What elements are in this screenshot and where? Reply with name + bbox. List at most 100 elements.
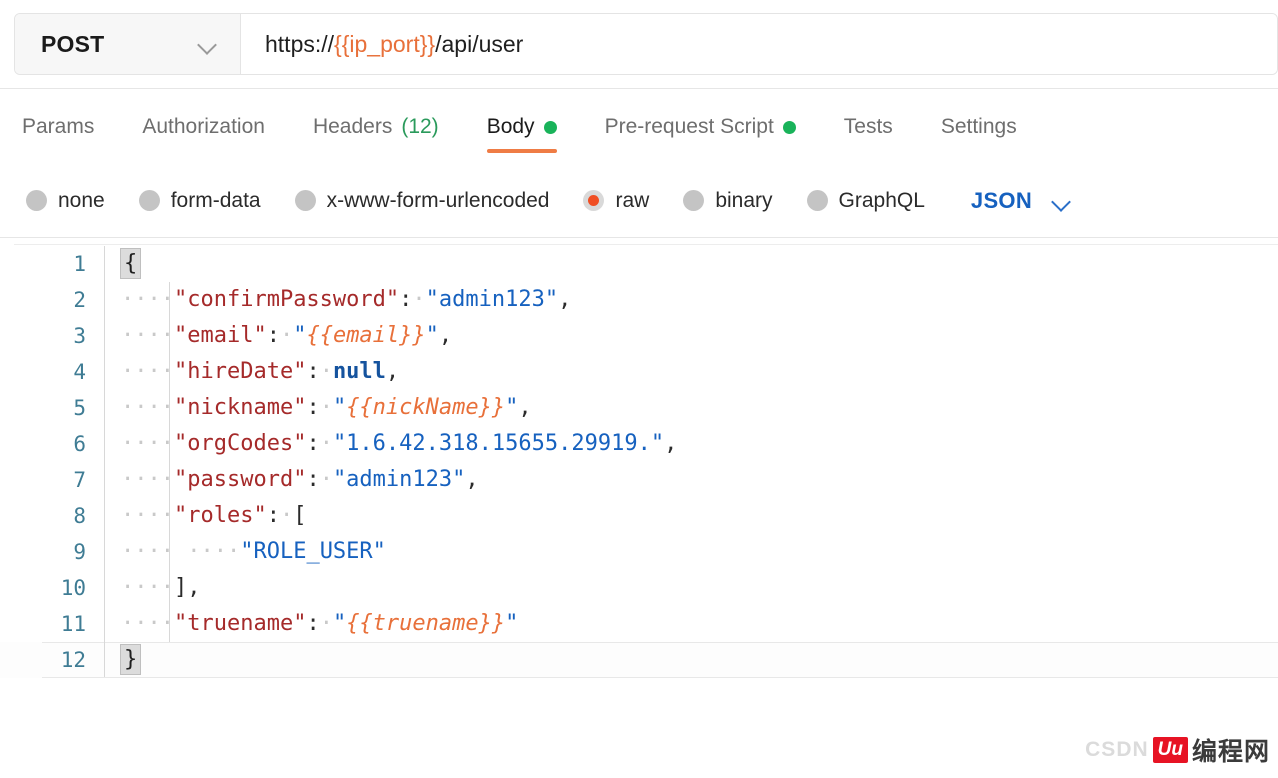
code-line[interactable]: 12} <box>0 642 1278 678</box>
code-line[interactable]: 11 ····"truename":·"{{truename}}" <box>0 606 1278 642</box>
code-line[interactable]: 4 ····"hireDate":·null, <box>0 354 1278 390</box>
url-variable-token: {{ip_port}} <box>334 30 436 57</box>
code-token: "ROLE_USER" <box>240 539 386 564</box>
radio-button-icon[interactable] <box>294 190 316 211</box>
code-token: { <box>119 248 142 279</box>
code-line-content: ····"confirmPassword":·"admin123", <box>104 282 1278 318</box>
watermark-prefix: CSDN <box>1085 738 1149 761</box>
indent-guide <box>169 282 170 318</box>
code-token: , <box>518 395 532 420</box>
tab-tests[interactable]: Tests <box>820 115 917 161</box>
indent-guide <box>169 462 170 498</box>
request-tabs: Params Authorization Headers (12) Body Pre-re… <box>0 89 1278 164</box>
indent-whitespace: ···· <box>121 611 174 636</box>
tab-body[interactable]: Body <box>463 115 581 161</box>
body-type-none[interactable]: none <box>26 189 105 213</box>
line-number: 6 <box>73 432 86 456</box>
request-body-editor[interactable]: 1{2 ····"confirmPassword":·"admin123", 3 ··… <box>0 238 1278 716</box>
body-type-x-www-form-urlencoded[interactable]: x-www-form-urlencoded <box>294 189 549 213</box>
code-line[interactable]: 7 ····"password":·"admin123", <box>0 462 1278 498</box>
indent-whitespace: ···· <box>121 467 174 492</box>
code-token: "hireDate" <box>173 359 307 384</box>
code-token: : <box>306 467 320 492</box>
tab-status-dot-icon <box>782 120 796 134</box>
http-method-label: POST <box>41 30 105 57</box>
code-token: · <box>319 431 333 456</box>
code-token: : <box>266 323 280 348</box>
tab-settings[interactable]: Settings <box>917 115 1041 161</box>
radio-button-icon[interactable] <box>683 190 705 211</box>
body-type-label: form-data <box>170 188 261 212</box>
code-token: · <box>319 395 333 420</box>
code-token: [ <box>293 503 307 528</box>
code-line[interactable]: 10 ····], <box>0 570 1278 606</box>
code-token: "confirmPassword" <box>173 287 400 312</box>
code-line[interactable]: 1{ <box>0 246 1278 282</box>
body-type-raw[interactable]: raw <box>583 189 649 213</box>
code-line-content: ····], <box>104 570 1278 606</box>
code-token: "email" <box>173 323 267 348</box>
line-number: 9 <box>73 540 86 564</box>
code-token: "1.6.42.318.15655.29919." <box>332 431 665 456</box>
code-token: : <box>306 359 320 384</box>
code-token: · <box>319 359 333 384</box>
code-token: "nickname" <box>173 395 307 420</box>
code-token: : <box>399 287 413 312</box>
code-line-content: ····"email":·"{{email}}", <box>104 318 1278 354</box>
code-line[interactable]: 5 ····"nickname":·"{{nickName}}", <box>0 390 1278 426</box>
indent-whitespace: ···· <box>121 395 174 420</box>
body-type-form-data[interactable]: form-data <box>138 188 261 213</box>
tab-headers[interactable]: Headers (12) <box>289 115 463 161</box>
radio-button-icon[interactable] <box>806 190 828 211</box>
body-type-label: raw <box>615 188 650 212</box>
chevron-down-icon <box>198 34 218 54</box>
tab-pre-request-script[interactable]: Pre-request Script <box>581 115 820 161</box>
editor-footer: CSDN Uu 编程网 <box>0 718 1278 778</box>
http-method-select[interactable]: POST <box>15 14 241 74</box>
indent-guide <box>169 606 170 642</box>
body-type-graphql[interactable]: GraphQL <box>806 188 925 213</box>
body-type-binary[interactable]: binary <box>683 189 773 213</box>
tab-params[interactable]: Params <box>22 115 118 161</box>
code-token: {{nickName}} <box>346 395 506 420</box>
tab-status-dot-icon <box>543 120 557 134</box>
indent-whitespace: ···· <box>121 287 174 312</box>
radio-button-icon[interactable] <box>26 190 47 211</box>
code-line[interactable]: 3 ····"email":·"{{email}}", <box>0 318 1278 354</box>
code-line-content: } <box>104 642 1278 678</box>
watermark: CSDN Uu 编程网 <box>1085 732 1270 768</box>
indent-whitespace: ···· ···· <box>121 539 241 564</box>
code-line-content: ····"orgCodes":·"1.6.42.318.15655.29919.… <box>104 426 1278 462</box>
code-token: " <box>332 611 347 636</box>
tab-label: Pre-request Script <box>604 115 774 138</box>
tab-authorization[interactable]: Authorization <box>118 115 289 161</box>
code-line[interactable]: 8 ····"roles":·[ <box>0 498 1278 534</box>
tab-label: Settings <box>940 115 1017 138</box>
code-token: " <box>332 395 347 420</box>
code-line[interactable]: 6 ····"orgCodes":·"1.6.42.318.15655.29919… <box>0 426 1278 462</box>
code-line[interactable]: 2 ····"confirmPassword":·"admin123", <box>0 282 1278 318</box>
body-format-select[interactable]: JSON <box>971 188 1072 214</box>
radio-button-icon[interactable] <box>583 190 605 211</box>
code-token: : <box>306 611 320 636</box>
radio-button-icon[interactable] <box>138 190 160 211</box>
code-line-content: ····"hireDate":·null, <box>104 354 1278 390</box>
code-line[interactable]: 9 ···· ····"ROLE_USER" <box>0 534 1278 570</box>
code-line-content: ···· ····"ROLE_USER" <box>104 534 1278 570</box>
code-token: , <box>385 359 400 384</box>
code-line-content: ····"nickname":·"{{nickName}}", <box>104 390 1278 426</box>
tab-label: Tests <box>843 115 893 138</box>
indent-guide <box>169 534 170 570</box>
editor-top-divider <box>14 244 1278 245</box>
code-line-content: ····"roles":·[ <box>104 498 1278 534</box>
indent-whitespace: ···· <box>121 431 174 456</box>
watermark-logo-icon: Uu <box>1152 737 1188 763</box>
json-code-area[interactable]: 1{2 ····"confirmPassword":·"admin123", 3 ··… <box>0 246 1278 678</box>
tab-label: Body <box>486 115 535 138</box>
body-type-label: GraphQL <box>838 188 925 212</box>
code-token: · <box>279 323 294 348</box>
code-token: " <box>293 323 307 348</box>
url-input[interactable]: https://{{ip_port}}/api/user <box>241 14 1277 74</box>
code-token: {{email}} <box>306 323 426 348</box>
indent-whitespace: ···· <box>121 503 174 528</box>
